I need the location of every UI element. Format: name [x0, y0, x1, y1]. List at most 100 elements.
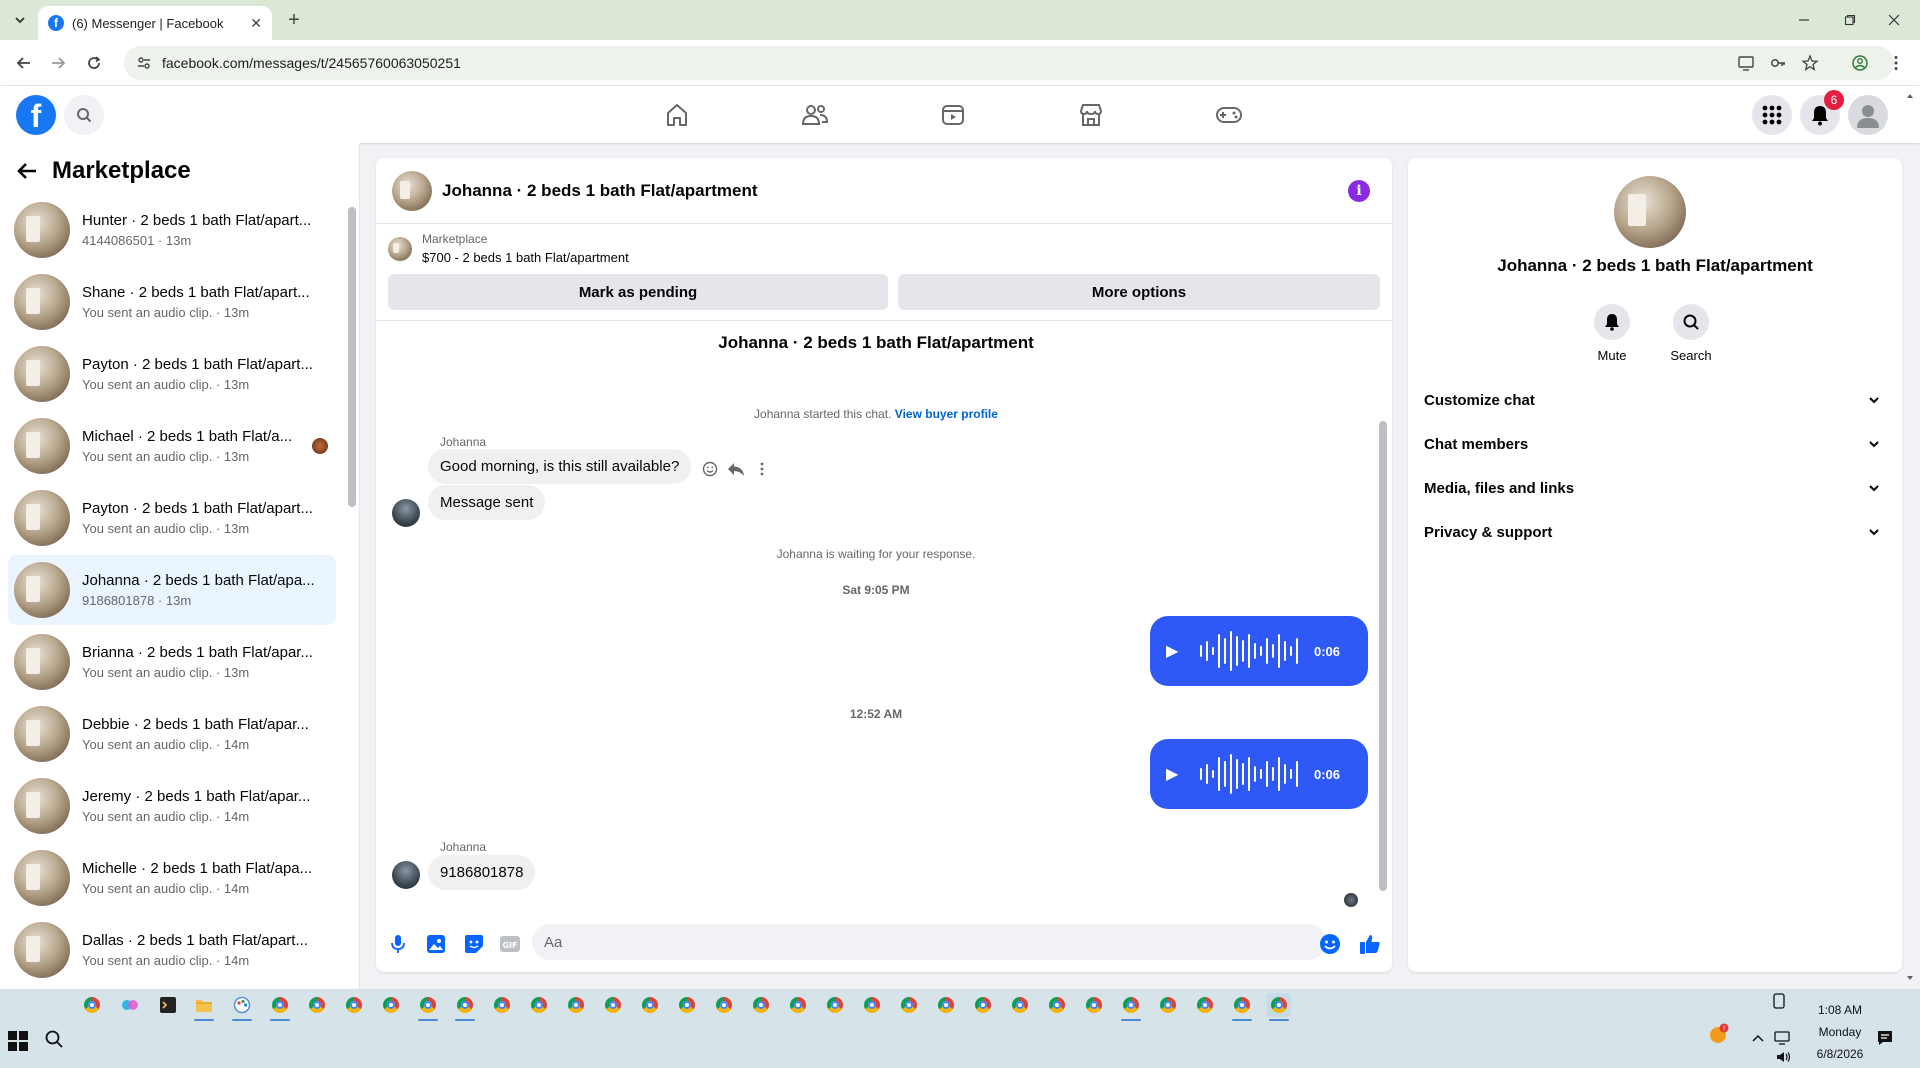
conversation-item[interactable]: Debbie · 2 beds 1 bath Flat/apar... You s…	[8, 699, 336, 769]
menu-button[interactable]	[1752, 95, 1792, 135]
volume-tray-button[interactable]	[1776, 1051, 1792, 1063]
conversation-item[interactable]: Shane · 2 beds 1 bath Flat/apart... You s…	[8, 267, 336, 337]
taskbar-app-chrome[interactable]	[564, 993, 588, 1017]
sticker-button[interactable]	[462, 932, 486, 956]
notification-center-orb[interactable]: !	[1708, 1023, 1730, 1045]
back-arrow-icon[interactable]	[16, 160, 38, 182]
tab-search-button[interactable]	[8, 8, 32, 32]
site-settings-icon[interactable]	[136, 55, 152, 71]
mute-button[interactable]: Mute	[1577, 304, 1647, 363]
taskbar-app-chrome[interactable]	[601, 993, 625, 1017]
windows-start-icon[interactable]	[8, 1031, 28, 1051]
conversation-item[interactable]: Dallas · 2 beds 1 bath Flat/apart... You …	[8, 915, 336, 985]
taskbar-app-chrome[interactable]	[749, 993, 773, 1017]
forward-button[interactable]	[46, 51, 70, 75]
view-buyer-profile-link[interactable]: View buyer profile	[895, 407, 998, 421]
message-bubble[interactable]: 9186801878	[428, 855, 536, 890]
message-input[interactable]	[532, 924, 1326, 960]
play-icon[interactable]: ▶	[1166, 641, 1190, 661]
audio-message[interactable]: ▶ 0:06	[1150, 739, 1368, 809]
taskbar-app-chrome-active[interactable]	[1267, 993, 1291, 1021]
conversation-item-active[interactable]: Johanna · 2 beds 1 bath Flat/apa... 91868…	[8, 555, 336, 625]
taskbar-app-chrome[interactable]	[453, 993, 477, 1021]
media-files-links-row[interactable]: Media, files and links	[1424, 466, 1886, 510]
taskbar-app-chrome[interactable]	[379, 993, 403, 1017]
taskbar-app-chrome[interactable]	[934, 993, 958, 1017]
taskbar-app-chrome[interactable]	[268, 993, 292, 1021]
chat-members-row[interactable]: Chat members	[1424, 422, 1886, 466]
address-bar[interactable]: facebook.com/messages/t/2456576006305025…	[124, 46, 1894, 80]
nav-video[interactable]	[898, 98, 1008, 132]
taskbar-app-copilot[interactable]	[118, 993, 142, 1017]
like-button[interactable]	[1358, 932, 1382, 956]
message-bubble[interactable]: Message sent	[428, 485, 546, 520]
emoji-button[interactable]	[1318, 932, 1342, 956]
notifications-tray-button[interactable]	[1876, 1029, 1894, 1047]
mark-as-pending-button[interactable]: Mark as pending	[388, 274, 888, 310]
info-avatar[interactable]	[1614, 176, 1686, 248]
chat-scrollbar[interactable]	[1379, 421, 1387, 891]
taskbar-app-chrome[interactable]	[1230, 993, 1254, 1021]
browser-tab[interactable]: f (6) Messenger | Facebook ✕	[38, 6, 272, 40]
profile-button[interactable]	[1848, 46, 1872, 80]
chat-avatar[interactable]	[392, 170, 432, 211]
reload-button[interactable]	[82, 51, 106, 75]
audio-message[interactable]: ▶ 0:06	[1150, 616, 1368, 686]
taskbar-app-chrome[interactable]	[638, 993, 662, 1017]
chat-title[interactable]: Johanna · 2 beds 1 bath Flat/apartment	[442, 181, 758, 201]
taskbar-app-chrome[interactable]	[490, 993, 514, 1017]
info-icon[interactable]: i	[1348, 180, 1370, 202]
conversation-item[interactable]: Michael · 2 beds 1 bath Flat/a... You sen…	[8, 411, 336, 481]
taskbar-app-chrome[interactable]	[1045, 993, 1069, 1017]
page-scrollbar[interactable]	[1906, 92, 1914, 982]
taskbar-app-chrome[interactable]	[823, 993, 847, 1017]
taskbar-app-chrome[interactable]	[860, 993, 884, 1017]
taskbar-app-terminal[interactable]	[156, 993, 180, 1017]
react-button[interactable]	[698, 457, 722, 481]
taskbar-app-chrome[interactable]	[786, 993, 810, 1017]
reply-button[interactable]	[724, 457, 748, 481]
conversation-item[interactable]: Hunter · 2 beds 1 bath Flat/apart... 4144…	[8, 195, 336, 265]
buyer-avatar[interactable]	[392, 861, 420, 889]
taskbar-app-chrome[interactable]	[675, 993, 699, 1017]
taskbar-app-chrome[interactable]	[80, 993, 104, 1017]
taskbar-app-file-explorer[interactable]	[192, 993, 216, 1021]
taskbar-app-chrome[interactable]	[1119, 993, 1143, 1021]
taskbar-app-chrome[interactable]	[1082, 993, 1106, 1017]
message-bubble[interactable]: Good morning, is this still available?	[428, 449, 692, 484]
sidebar-scrollbar[interactable]	[348, 207, 356, 507]
phone-link-tray-button[interactable]	[1772, 993, 1786, 1009]
taskbar-app-chrome[interactable]	[1156, 993, 1180, 1017]
conversation-item[interactable]: Payton · 2 beds 1 bath Flat/apart... You …	[8, 483, 336, 553]
back-button[interactable]	[12, 51, 36, 75]
password-key-button[interactable]	[1766, 46, 1790, 80]
nav-friends[interactable]	[760, 98, 870, 132]
install-app-button[interactable]	[1734, 46, 1758, 80]
gif-button[interactable]: GIF	[498, 932, 522, 956]
taskbar-app-chrome[interactable]	[897, 993, 921, 1017]
network-tray-button[interactable]	[1774, 1031, 1790, 1045]
taskbar-app-paint[interactable]	[230, 993, 254, 1021]
conversation-item[interactable]: Jeremy · 2 beds 1 bath Flat/apar... You s…	[8, 771, 336, 841]
new-tab-button[interactable]: +	[282, 8, 306, 32]
taskbar-app-chrome[interactable]	[305, 993, 329, 1017]
facebook-search-button[interactable]	[64, 95, 104, 135]
play-icon[interactable]: ▶	[1166, 764, 1190, 784]
taskbar-app-chrome[interactable]	[416, 993, 440, 1021]
customize-chat-row[interactable]: Customize chat	[1424, 378, 1886, 422]
tab-close-icon[interactable]: ✕	[250, 15, 262, 32]
taskbar-app-chrome[interactable]	[1193, 993, 1217, 1017]
nav-home[interactable]	[622, 98, 732, 132]
taskbar-app-chrome[interactable]	[527, 993, 551, 1017]
account-avatar[interactable]	[1848, 95, 1888, 135]
attach-photo-button[interactable]	[424, 932, 448, 956]
close-window-button[interactable]	[1866, 0, 1920, 40]
taskbar-app-chrome[interactable]	[971, 993, 995, 1017]
conversation-item[interactable]: Michelle · 2 beds 1 bath Flat/apa... You …	[8, 843, 336, 913]
nav-marketplace[interactable]	[1036, 98, 1146, 132]
nav-gaming[interactable]	[1174, 98, 1284, 132]
voice-clip-button[interactable]	[386, 932, 410, 956]
more-actions-button[interactable]	[750, 457, 774, 481]
conversation-item[interactable]: Payton · 2 beds 1 bath Flat/apart... You …	[8, 339, 336, 409]
search-in-chat-button[interactable]: Search	[1656, 304, 1726, 363]
